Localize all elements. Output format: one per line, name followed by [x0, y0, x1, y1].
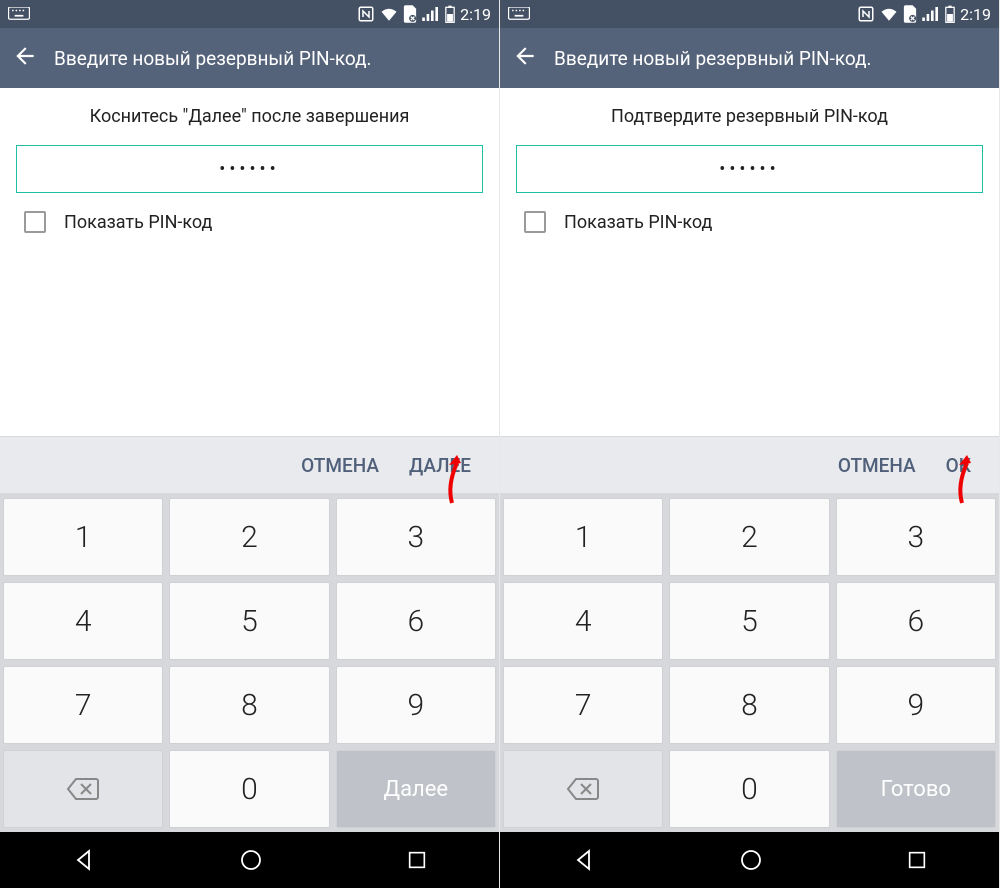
show-pin-checkbox[interactable] [24, 211, 46, 233]
app-bar: Введите новый резервный PIN-код. [500, 28, 999, 88]
key-7[interactable]: 7 [503, 666, 663, 744]
pin-input[interactable]: •••••• [516, 145, 983, 193]
keyboard-icon [508, 7, 530, 21]
status-time: 2:19 [460, 5, 491, 24]
action-bar: ОТМЕНА ДАЛЕЕ [0, 436, 499, 494]
nav-recent-icon[interactable] [906, 849, 928, 871]
key-3[interactable]: 3 [336, 498, 496, 576]
signal-icon [422, 7, 440, 21]
key-5[interactable]: 5 [169, 582, 329, 660]
nav-back-icon[interactable] [72, 848, 96, 872]
key-9[interactable]: 9 [836, 666, 996, 744]
battery-icon [945, 5, 955, 23]
sim-icon [403, 5, 417, 23]
nav-recent-icon[interactable] [406, 849, 428, 871]
cancel-button[interactable]: ОТМЕНА [838, 454, 916, 477]
key-0[interactable]: 0 [169, 750, 329, 828]
key-7[interactable]: 7 [3, 666, 163, 744]
key-8[interactable]: 8 [169, 666, 329, 744]
key-9[interactable]: 9 [336, 666, 496, 744]
key-3[interactable]: 3 [836, 498, 996, 576]
instruction-text: Коснитесь "Далее" после завершения [16, 106, 483, 127]
app-bar: Введите новый резервный PIN-код. [0, 28, 499, 88]
nav-bar [500, 832, 999, 888]
battery-icon [445, 5, 455, 23]
confirm-button[interactable]: ДАЛЕЕ [409, 454, 471, 477]
content-area: Подтвердите резервный PIN-код •••••• Пок… [500, 88, 999, 436]
key-1[interactable]: 1 [3, 498, 163, 576]
screen-right: 2:19 Введите новый резервный PIN-код. По… [500, 0, 1000, 888]
confirm-button[interactable]: ОК [946, 454, 971, 477]
wifi-icon [380, 7, 398, 21]
nav-back-icon[interactable] [572, 848, 596, 872]
key-action[interactable]: Далее [336, 750, 496, 828]
key-backspace[interactable] [503, 750, 663, 828]
nav-bar [0, 832, 499, 888]
page-title: Введите новый резервный PIN-код. [554, 47, 872, 70]
instruction-text: Подтвердите резервный PIN-код [516, 106, 983, 127]
key-6[interactable]: 6 [836, 582, 996, 660]
pin-mask: •••••• [719, 159, 779, 180]
sim-icon [903, 5, 917, 23]
key-action[interactable]: Готово [836, 750, 996, 828]
key-8[interactable]: 8 [669, 666, 829, 744]
status-time: 2:19 [960, 5, 991, 24]
back-icon[interactable] [512, 43, 538, 73]
key-6[interactable]: 6 [336, 582, 496, 660]
numeric-keypad: 1 2 3 4 5 6 7 8 9 0 Готово [500, 494, 999, 832]
nfc-icon [357, 5, 375, 23]
key-2[interactable]: 2 [169, 498, 329, 576]
status-bar: 2:19 [500, 0, 999, 28]
nav-home-icon[interactable] [739, 848, 763, 872]
key-0[interactable]: 0 [669, 750, 829, 828]
cancel-button[interactable]: ОТМЕНА [301, 454, 379, 477]
signal-icon [922, 7, 940, 21]
key-backspace[interactable] [3, 750, 163, 828]
show-pin-row[interactable]: Показать PIN-код [516, 211, 983, 233]
screen-left: 2:19 Введите новый резервный PIN-код. Ко… [0, 0, 500, 888]
content-area: Коснитесь "Далее" после завершения •••••… [0, 88, 499, 436]
key-1[interactable]: 1 [503, 498, 663, 576]
key-4[interactable]: 4 [3, 582, 163, 660]
back-icon[interactable] [12, 43, 38, 73]
key-5[interactable]: 5 [669, 582, 829, 660]
show-pin-checkbox[interactable] [524, 211, 546, 233]
show-pin-label: Показать PIN-код [564, 212, 712, 233]
show-pin-row[interactable]: Показать PIN-код [16, 211, 483, 233]
key-4[interactable]: 4 [503, 582, 663, 660]
page-title: Введите новый резервный PIN-код. [54, 47, 372, 70]
pin-input[interactable]: •••••• [16, 145, 483, 193]
show-pin-label: Показать PIN-код [64, 212, 212, 233]
nav-home-icon[interactable] [239, 848, 263, 872]
key-2[interactable]: 2 [669, 498, 829, 576]
status-bar: 2:19 [0, 0, 499, 28]
numeric-keypad: 1 2 3 4 5 6 7 8 9 0 Далее [0, 494, 499, 832]
keyboard-icon [8, 7, 30, 21]
pin-mask: •••••• [219, 159, 279, 180]
nfc-icon [857, 5, 875, 23]
action-bar: ОТМЕНА ОК [500, 436, 999, 494]
wifi-icon [880, 7, 898, 21]
